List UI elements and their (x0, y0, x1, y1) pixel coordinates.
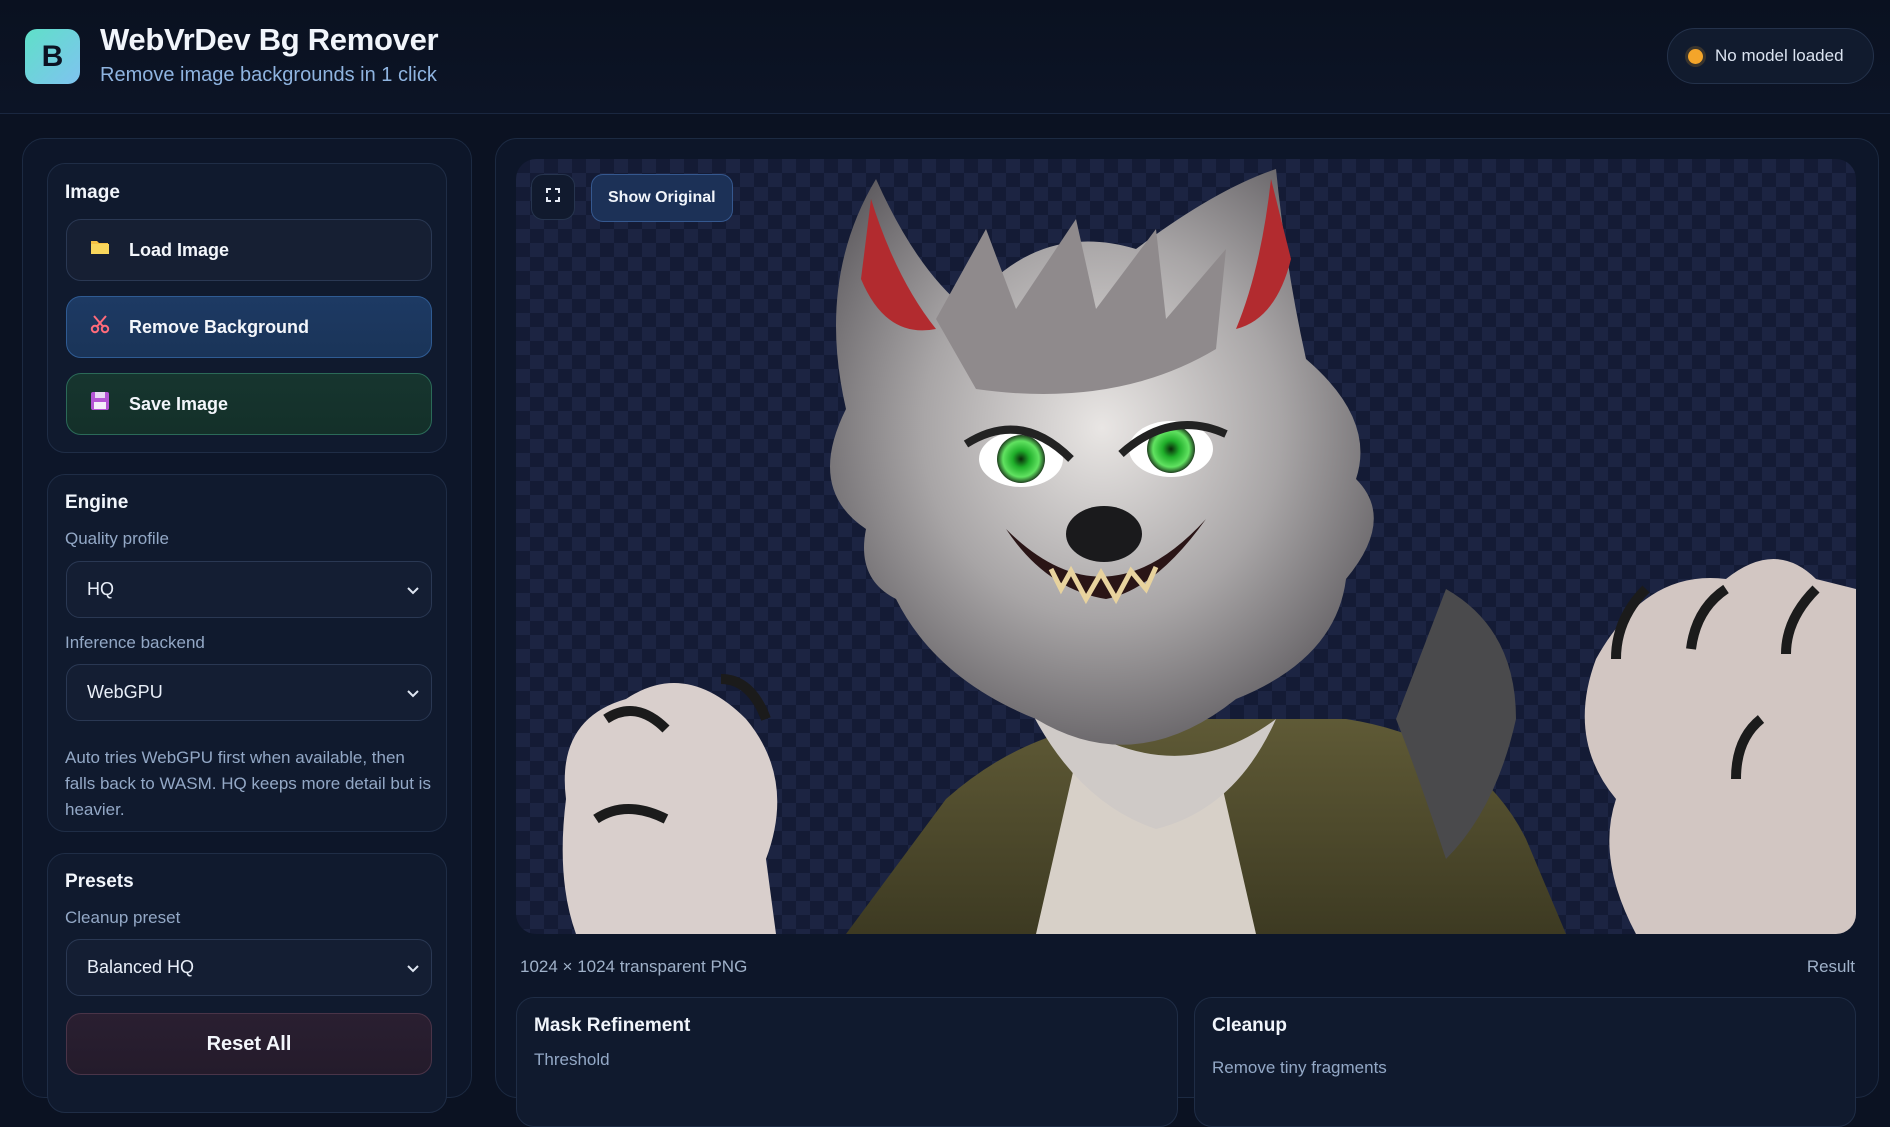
image-info-text: 1024 × 1024 transparent PNG (520, 957, 748, 976)
app-header: B WebVrDev Bg Remover Remove image backg… (0, 0, 1890, 114)
main-panel: Show Original 1024 × 1024 transparent PN… (495, 138, 1879, 1127)
threshold-label: Threshold (534, 1050, 610, 1069)
presets-card-title: Presets (65, 871, 134, 892)
chevron-down-icon (407, 685, 419, 701)
app-subtitle: Remove image backgrounds in 1 click (100, 64, 437, 86)
image-card: Image Load Image Remove Background Save … (47, 163, 447, 453)
model-status-badge: No model loaded (1667, 28, 1874, 84)
image-preview-canvas[interactable]: Show Original (516, 159, 1856, 934)
floppy-disk-icon (87, 391, 113, 417)
remove-tiny-fragments-label: Remove tiny fragments (1212, 1058, 1387, 1077)
presets-card: Presets Cleanup preset Balanced HQ Reset… (47, 853, 447, 1113)
load-image-button[interactable]: Load Image (66, 219, 432, 281)
model-status-text: No model loaded (1715, 46, 1844, 65)
engine-card: Engine Quality profile HQ Inference back… (47, 474, 447, 832)
remove-background-label: Remove Background (129, 316, 310, 337)
inference-backend-value: WebGPU (87, 682, 163, 702)
chevron-down-icon (407, 960, 419, 976)
chevron-down-icon (407, 582, 419, 598)
folder-icon (87, 238, 113, 262)
show-original-button[interactable]: Show Original (591, 174, 733, 222)
save-image-button[interactable]: Save Image (66, 373, 432, 435)
mask-refinement-panel: Mask Refinement Threshold (516, 997, 1178, 1127)
fullscreen-button[interactable] (531, 174, 575, 220)
cleanup-panel: Cleanup Remove tiny fragments (1194, 997, 1856, 1127)
cleanup-preset-value: Balanced HQ (87, 957, 195, 977)
load-image-label: Load Image (129, 239, 230, 260)
view-mode-label: Result (1806, 957, 1855, 976)
cleanup-preset-select[interactable]: Balanced HQ (66, 939, 432, 996)
result-image (562, 169, 1856, 934)
inference-backend-label: Inference backend (65, 633, 205, 652)
engine-card-title: Engine (65, 492, 129, 513)
status-dot-icon (1688, 48, 1703, 64)
cleanup-preset-label: Cleanup preset (65, 908, 181, 927)
reset-all-label: Reset All (206, 1032, 292, 1055)
save-image-label: Save Image (129, 393, 229, 414)
quality-profile-label: Quality profile (65, 529, 169, 548)
reset-all-button[interactable]: Reset All (66, 1013, 432, 1075)
mask-refinement-title: Mask Refinement (534, 1015, 691, 1036)
quality-profile-select[interactable]: HQ (66, 561, 432, 618)
cleanup-title: Cleanup (1212, 1015, 1287, 1036)
scissors-icon (87, 314, 113, 340)
app-logo: B (25, 29, 80, 84)
logo-letter: B (41, 39, 64, 73)
engine-help-text: Auto tries WebGPU first when available, … (65, 748, 431, 819)
remove-background-button[interactable]: Remove Background (66, 296, 432, 358)
sidebar: Image Load Image Remove Background Save … (22, 138, 472, 1113)
image-card-title: Image (65, 182, 120, 203)
quality-profile-value: HQ (87, 579, 114, 599)
fullscreen-icon (546, 187, 560, 207)
inference-backend-select[interactable]: WebGPU (66, 664, 432, 721)
app-title: WebVrDev Bg Remover (100, 22, 439, 57)
